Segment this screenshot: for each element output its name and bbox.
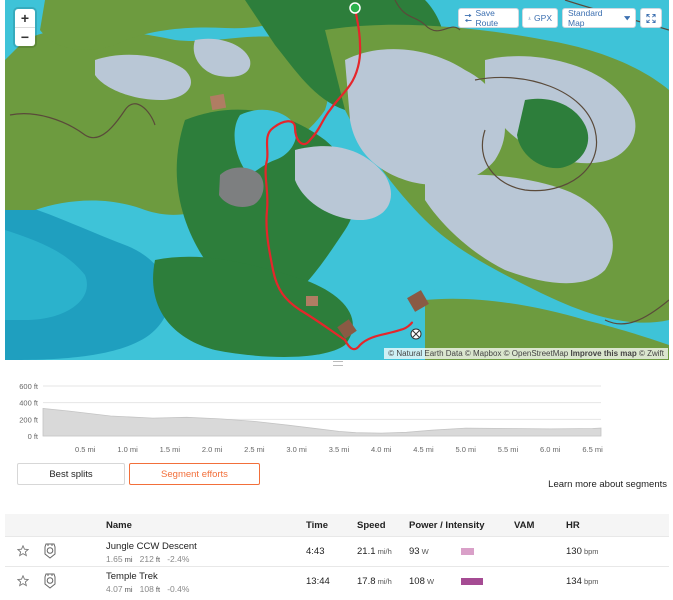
fullscreen-icon — [646, 13, 656, 23]
tab-segment-efforts[interactable]: Segment efforts — [129, 463, 260, 485]
x-tick-label: 4.5 mi — [413, 445, 434, 454]
table-row[interactable]: Jungle CCW Descent 1.65 mi 212 ft -2.4% … — [5, 536, 669, 566]
segment-power: 108 W — [409, 576, 435, 587]
resize-handle[interactable] — [333, 361, 343, 366]
x-tick-label: 6.5 mi — [582, 445, 603, 454]
x-tick-label: 4.0 mi — [371, 445, 392, 454]
elevation-chart: 600 ft 400 ft 200 ft 0 ft 0.5 mi 1.0 mi 1.5 mi… — [19, 382, 603, 454]
x-tick-label: 2.5 mi — [244, 445, 265, 454]
elevation-area — [42, 408, 602, 437]
x-tick-label: 0.5 mi — [75, 445, 96, 454]
x-tick-label: 3.0 mi — [286, 445, 307, 454]
fullscreen-button[interactable] — [640, 8, 662, 28]
segment-hr: 134 bpm — [566, 576, 599, 587]
x-tick-label: 5.0 mi — [456, 445, 477, 454]
segment-details: 4.07 mi 108 ft -0.4% — [106, 584, 190, 594]
gpx-button[interactable]: GPX — [522, 8, 558, 28]
intensity-bar — [461, 578, 483, 585]
elevation-profile[interactable]: 600 ft 400 ft 200 ft 0 ft 0.5 mi 1.0 mi 1.5 mi… — [5, 368, 669, 460]
route-map[interactable]: + − Save Route GPX Standard Map © Natura… — [5, 0, 669, 360]
segment-badge-icon — [43, 543, 57, 562]
header-name[interactable]: Name — [106, 520, 132, 531]
segment-hr: 130 bpm — [566, 546, 599, 557]
x-tick-label: 1.0 mi — [117, 445, 138, 454]
x-tick-label: 6.0 mi — [540, 445, 561, 454]
save-route-label: Save Route — [475, 8, 499, 28]
x-tick-label: 5.5 mi — [498, 445, 519, 454]
map-canvas[interactable] — [5, 0, 669, 360]
header-power[interactable]: Power / Intensity — [409, 520, 485, 531]
star-icon[interactable] — [16, 574, 30, 590]
segment-speed: 21.1 mi/h — [357, 546, 392, 557]
header-vam[interactable]: VAM — [514, 520, 534, 531]
star-icon[interactable] — [16, 544, 30, 560]
segment-details: 1.65 mi 212 ft -2.4% — [106, 554, 190, 564]
segment-name[interactable]: Jungle CCW Descent — [106, 541, 197, 552]
zoom-out-button[interactable]: − — [15, 27, 35, 46]
map-attribution: © Natural Earth Data © Mapbox © OpenStre… — [384, 348, 668, 359]
header-hr[interactable]: HR — [566, 520, 580, 531]
segment-time: 13:44 — [306, 576, 330, 587]
zoom-in-button[interactable]: + — [15, 9, 35, 27]
gpx-label: GPX — [534, 13, 552, 23]
download-icon — [528, 16, 531, 20]
tab-best-splits[interactable]: Best splits — [17, 463, 125, 485]
zoom-controls: + − — [15, 9, 35, 46]
segment-time: 4:43 — [306, 546, 325, 557]
y-tick-label: 400 ft — [19, 399, 39, 408]
attribution-text: © Natural Earth Data © Mapbox © OpenStre… — [388, 349, 569, 358]
segment-badge-icon — [43, 573, 57, 592]
map-style-select[interactable]: Standard Map — [562, 8, 636, 28]
x-tick-label: 1.5 mi — [160, 445, 181, 454]
y-tick-label: 0 ft — [28, 432, 39, 441]
intensity-bar — [461, 548, 474, 555]
segment-name[interactable]: Temple Trek — [106, 571, 189, 582]
y-tick-label: 600 ft — [19, 382, 39, 391]
header-speed[interactable]: Speed — [357, 520, 386, 531]
route-icon — [464, 13, 472, 23]
caret-down-icon — [623, 15, 630, 20]
improve-map-link[interactable]: Improve this map — [571, 349, 637, 358]
map-style-label: Standard Map — [568, 8, 603, 28]
y-tick-label: 200 ft — [19, 415, 39, 424]
segment-power: 93 W — [409, 546, 429, 557]
learn-more-link[interactable]: Learn more about segments — [548, 479, 667, 490]
header-time[interactable]: Time — [306, 520, 328, 531]
attribution-zwift: © Zwift — [638, 349, 664, 358]
segment-table: Name Time Speed Power / Intensity VAM HR… — [5, 514, 669, 596]
start-marker — [349, 2, 361, 14]
x-tick-label: 2.0 mi — [202, 445, 223, 454]
save-route-button[interactable]: Save Route — [458, 8, 519, 28]
table-header: Name Time Speed Power / Intensity VAM HR — [5, 514, 669, 536]
segment-speed: 17.8 mi/h — [357, 576, 392, 587]
x-tick-label: 3.5 mi — [329, 445, 350, 454]
table-row[interactable]: Temple Trek 4.07 mi 108 ft -0.4% 13:44 1… — [5, 566, 669, 596]
